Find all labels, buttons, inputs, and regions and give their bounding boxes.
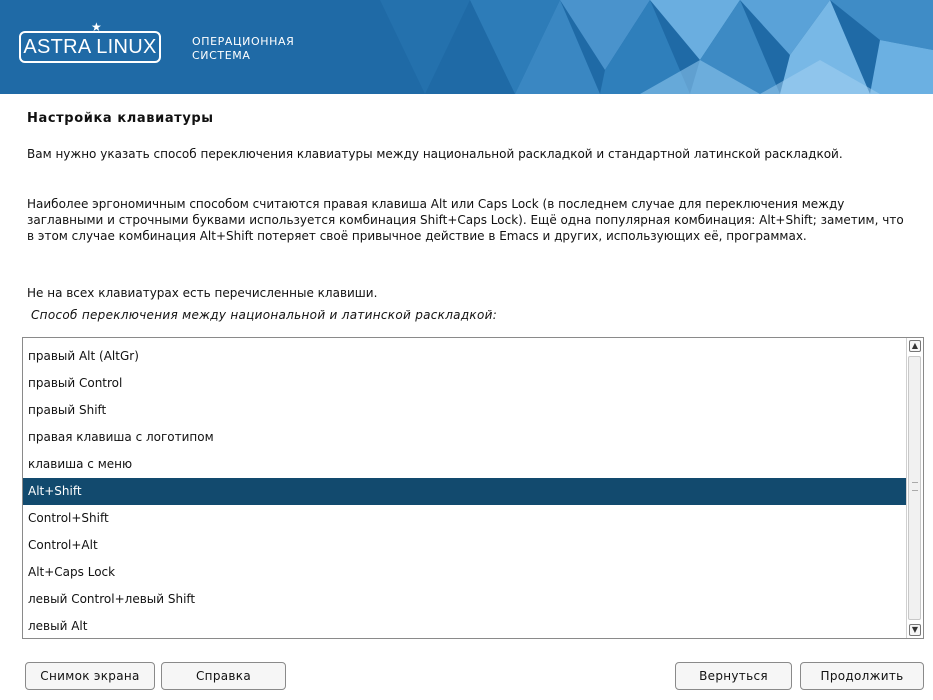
astra-linux-logo: ASTRA LINUX xyxy=(19,31,161,63)
list-item[interactable]: клавиша с меню xyxy=(23,451,907,478)
list-item[interactable]: Control+Shift xyxy=(23,505,907,532)
list-prompt: Способ переключения между национальной и… xyxy=(31,308,498,322)
page-title: Настройка клавиатуры xyxy=(27,111,214,126)
list-item[interactable]: левый Alt xyxy=(23,613,907,638)
layout-switch-listbox[interactable]: правый Alt (AltGr) правый Control правый… xyxy=(22,337,924,639)
description-paragraph-3: Не на всех клавиатурах есть перечисленны… xyxy=(27,286,378,300)
logo-subtitle-line2: СИСТЕМА xyxy=(192,49,251,62)
logo-subtitle: ОПЕРАЦИОННАЯ СИСТЕМА xyxy=(192,35,294,63)
list-items: правый Alt (AltGr) правый Control правый… xyxy=(23,343,907,638)
list-item[interactable]: правая клавиша с логотипом xyxy=(23,424,907,451)
help-button[interactable]: Справка xyxy=(161,662,286,690)
list-item-selected[interactable]: Alt+Shift xyxy=(23,478,907,505)
back-button[interactable]: Вернуться xyxy=(675,662,792,690)
header-banner: ★ ASTRA LINUX ОПЕРАЦИОННАЯ СИСТЕМА xyxy=(0,0,933,94)
list-item[interactable]: левый Control+левый Shift xyxy=(23,586,907,613)
chevron-down-icon[interactable]: ▼ xyxy=(909,624,921,636)
list-item[interactable]: правый Control xyxy=(23,370,907,397)
chevron-up-icon[interactable]: ▲ xyxy=(909,340,921,352)
scrollbar-grip xyxy=(912,482,918,491)
continue-button[interactable]: Продолжить xyxy=(800,662,924,690)
list-item[interactable]: правый Alt (AltGr) xyxy=(23,343,907,370)
logo-subtitle-line1: ОПЕРАЦИОННАЯ xyxy=(192,35,295,48)
list-item[interactable]: Control+Alt xyxy=(23,532,907,559)
description-paragraph-1: Вам нужно указать способ переключения кл… xyxy=(27,147,843,161)
description-paragraph-2: Наиболее эргономичным способом считаются… xyxy=(27,197,904,243)
list-item[interactable]: Alt+Caps Lock xyxy=(23,559,907,586)
screenshot-button[interactable]: Снимок экрана xyxy=(25,662,155,690)
list-item[interactable]: правый Shift xyxy=(23,397,907,424)
scrollbar-thumb[interactable] xyxy=(908,356,921,620)
vertical-scrollbar[interactable]: ▲ ▼ xyxy=(906,338,923,638)
